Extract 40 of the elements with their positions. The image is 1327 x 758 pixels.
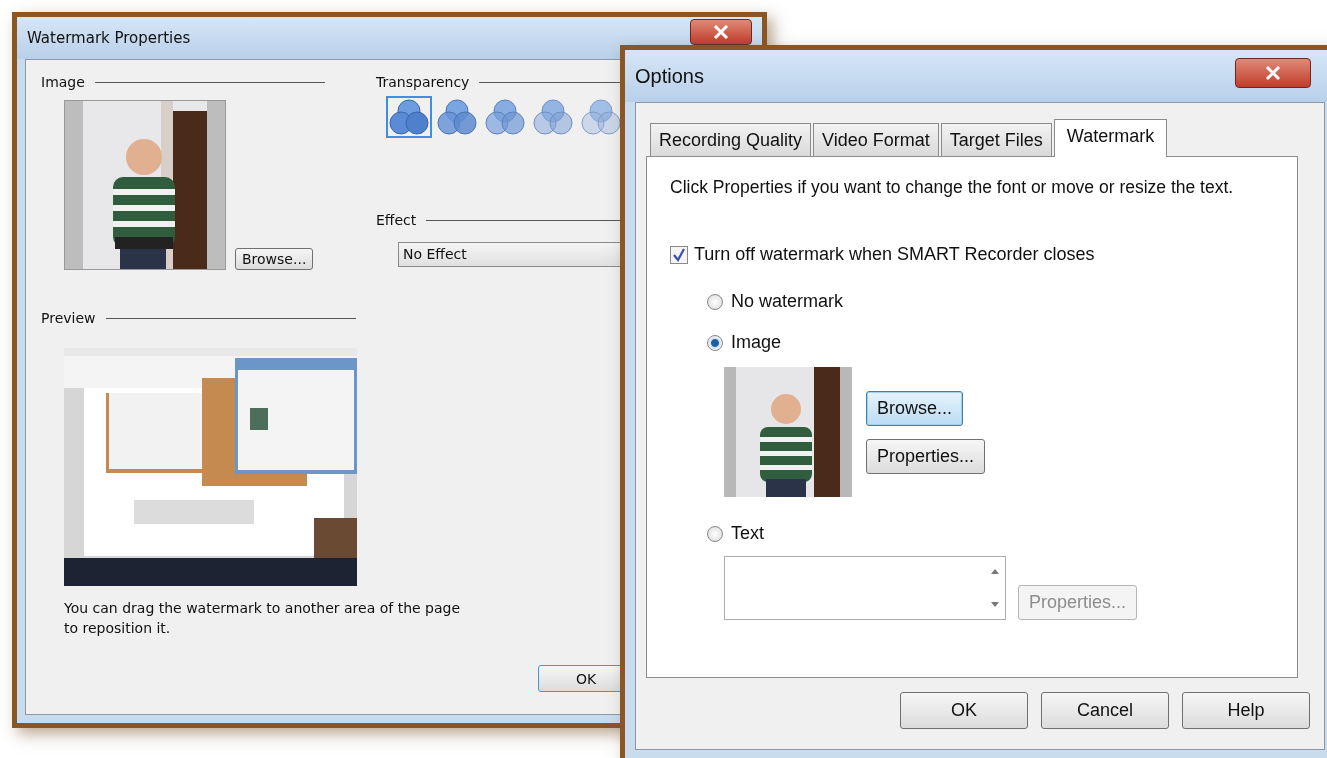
close-icon xyxy=(713,25,729,39)
radio-label: Image xyxy=(731,332,782,353)
transparency-option[interactable] xyxy=(530,96,576,138)
tab[interactable]: Target Files xyxy=(940,123,1052,156)
close-button[interactable] xyxy=(690,19,752,45)
section-label: Transparency xyxy=(376,74,470,90)
tab[interactable]: Watermark xyxy=(1053,119,1168,157)
circles-icon xyxy=(581,99,621,135)
radio-label: No watermark xyxy=(731,291,844,312)
properties-button[interactable]: Properties... xyxy=(866,438,986,474)
dialog-button[interactable]: Cancel xyxy=(1041,692,1169,729)
text-input-field[interactable] xyxy=(724,556,1006,620)
caption-text: You can drag the watermark to another area of the page to reposition it. xyxy=(64,599,462,638)
transparency-option[interactable] xyxy=(386,96,432,138)
radio-button[interactable] xyxy=(707,525,723,542)
radio-button[interactable] xyxy=(707,334,723,351)
radio-label: Text xyxy=(731,523,764,544)
checkbox[interactable] xyxy=(670,245,688,264)
window-title: Options xyxy=(635,64,704,88)
section-label: Effect xyxy=(376,212,417,228)
section-label: Preview xyxy=(41,310,96,326)
circles-icon xyxy=(389,99,429,135)
circles-icon xyxy=(437,99,477,135)
tab[interactable]: Recording Quality xyxy=(650,123,812,156)
transparency-option[interactable] xyxy=(482,96,528,138)
transparency-option[interactable] xyxy=(434,96,480,138)
section-label: Image xyxy=(41,74,85,90)
circles-icon xyxy=(533,99,573,135)
instruction-text: Click Properties if you want to change the font or move or resize the text. xyxy=(670,177,1235,198)
dialog-button[interactable]: Help xyxy=(1182,692,1310,729)
radio-button[interactable] xyxy=(707,293,723,310)
browse-button[interactable]: Browse... xyxy=(866,390,964,426)
dialog-button[interactable]: OK xyxy=(900,692,1028,729)
window-title: Watermark Properties xyxy=(27,29,191,47)
close-button[interactable] xyxy=(1235,58,1311,88)
circles-icon xyxy=(485,99,525,135)
browse-button[interactable]: Browse... xyxy=(235,248,314,270)
close-icon xyxy=(1265,66,1281,80)
checkbox-label: Turn off watermark when SMART Recorder closes xyxy=(694,244,1095,265)
tab[interactable]: Video Format xyxy=(813,123,939,156)
